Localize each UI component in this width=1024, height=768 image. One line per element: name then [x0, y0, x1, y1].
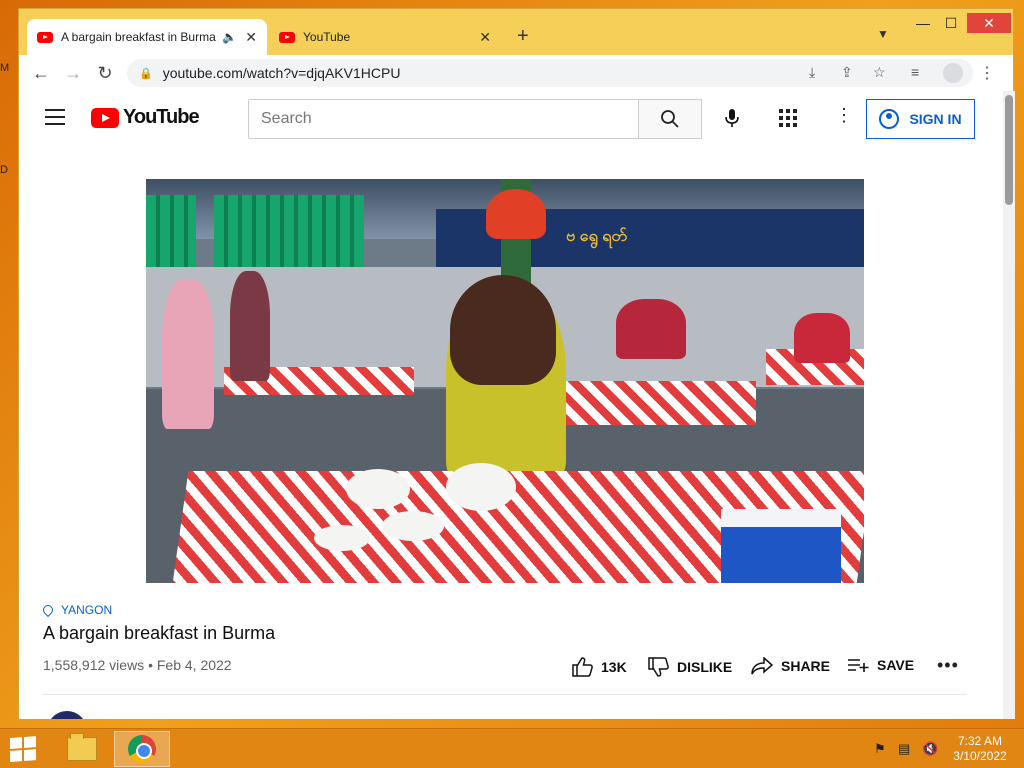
share-icon[interactable]: ⇪	[841, 64, 853, 81]
video-scene-plate	[314, 525, 370, 551]
video-scene-bowl	[446, 463, 516, 511]
browser-menu-icon[interactable]: ⋮	[979, 63, 995, 83]
reload-icon[interactable]: ↻	[95, 63, 115, 84]
video-title: A bargain breakfast in Burma	[43, 623, 276, 643]
share-arrow-icon	[751, 657, 773, 675]
windows-start-icon[interactable]	[10, 736, 38, 762]
video-scene-person	[230, 271, 270, 381]
install-icon[interactable]: ⤓	[809, 64, 815, 81]
page-viewport: YouTube ⋮ SIGN IN	[19, 91, 1003, 719]
folder-icon	[67, 733, 97, 761]
youtube-play-icon	[91, 107, 119, 128]
tab-strip: A bargain breakfast in Burma 🔈 ✕ YouTube…	[19, 9, 1013, 55]
save-button[interactable]: SAVE	[847, 657, 914, 673]
chrome-icon	[128, 735, 156, 763]
video-scene-bowl	[346, 469, 410, 509]
youtube-wordmark: YouTube	[123, 106, 200, 128]
tab-title: A bargain breakfast in Burma	[61, 30, 216, 44]
page-scrollbar[interactable]	[1003, 91, 1015, 719]
dislike-button[interactable]: DISLIKE	[647, 657, 732, 677]
user-avatar-icon	[879, 109, 900, 129]
url-text: youtube.com/watch?v=djqAKV1HCPU	[162, 65, 401, 81]
playlist-add-icon	[847, 657, 869, 673]
close-window-button[interactable]: ✕	[967, 13, 1011, 33]
volume-muted-icon[interactable]: 🔇	[922, 741, 938, 757]
browser-toolbar: ← → ↻ 🔒 youtube.com/watch?v=djqAKV1HCPU …	[19, 55, 1013, 91]
desktop-icon-edge: D	[0, 164, 8, 176]
location-tag[interactable]: YANGON	[40, 602, 113, 618]
more-actions-icon[interactable]: •••	[937, 655, 959, 676]
speaker-icon[interactable]: 🔈	[222, 30, 237, 44]
channel-avatar[interactable]	[47, 711, 87, 719]
action-center-flag-icon[interactable]: ⚑	[874, 741, 886, 757]
video-scene-hair	[450, 275, 556, 385]
search-icon	[661, 110, 679, 128]
search-input[interactable]	[248, 99, 639, 139]
video-player[interactable]: ဗ ရွေ ရတ်	[146, 179, 864, 583]
lock-icon: 🔒	[139, 67, 153, 80]
sign-in-label: SIGN IN	[909, 111, 962, 127]
network-icon[interactable]: ▤	[898, 741, 910, 757]
new-tab-button[interactable]: +	[517, 25, 529, 48]
video-scene-tissue-box	[721, 509, 841, 583]
hamburger-menu-icon[interactable]	[45, 109, 65, 125]
thumbs-up-icon	[571, 657, 593, 677]
apps-grid-icon[interactable]	[779, 109, 797, 127]
youtube-favicon-icon	[37, 31, 53, 43]
tab-bargain-breakfast[interactable]: A bargain breakfast in Burma 🔈 ✕	[27, 19, 267, 55]
search-button[interactable]	[638, 99, 702, 139]
close-tab-icon[interactable]: ✕	[245, 29, 257, 46]
like-button[interactable]: 13K	[571, 657, 627, 677]
video-scene-bow	[486, 189, 546, 239]
video-views-date: 1,558,912 views • Feb 4, 2022	[43, 657, 232, 673]
bookmark-star-icon[interactable]: ☆	[873, 64, 886, 81]
clock-time: 7:32 AM	[957, 734, 1003, 748]
youtube-logo[interactable]: YouTube	[91, 106, 200, 129]
video-scene-person	[794, 313, 850, 363]
settings-more-icon[interactable]: ⋮	[835, 105, 853, 126]
sign-in-button[interactable]: SIGN IN	[866, 99, 975, 139]
media-control-icon[interactable]: ≡	[911, 64, 919, 80]
taskbar-file-explorer[interactable]	[54, 731, 110, 767]
share-button[interactable]: SHARE	[751, 657, 830, 675]
forward-arrow-icon[interactable]: →	[63, 63, 83, 84]
microphone-icon	[725, 109, 739, 127]
youtube-favicon-icon	[279, 31, 295, 43]
clock-date: 3/10/2022	[953, 749, 1007, 763]
youtube-header: YouTube ⋮ SIGN IN	[19, 91, 1003, 147]
location-label: YANGON	[61, 603, 113, 617]
video-scene-table	[566, 381, 756, 425]
browser-window: A bargain breakfast in Burma 🔈 ✕ YouTube…	[18, 8, 1015, 719]
dislike-label: DISLIKE	[677, 659, 733, 675]
scrollbar-thumb[interactable]	[1005, 95, 1013, 205]
location-pin-icon	[40, 602, 56, 618]
back-arrow-icon[interactable]: ←	[31, 63, 51, 84]
share-label: SHARE	[781, 658, 831, 674]
maximize-button[interactable]: ☐	[937, 13, 965, 33]
tab-title: YouTube	[303, 30, 351, 44]
tab-youtube[interactable]: YouTube ✕	[269, 19, 501, 55]
video-scene-plate	[382, 511, 444, 541]
like-count: 13K	[601, 659, 627, 675]
divider	[43, 694, 967, 695]
voice-search-button[interactable]	[717, 103, 747, 133]
close-tab-icon[interactable]: ✕	[479, 29, 491, 46]
taskbar-chrome[interactable]	[114, 731, 170, 767]
desktop-icon-edge: M	[0, 62, 10, 74]
taskbar: ⚑ ▤ 🔇 7:32 AM 3/10/2022	[0, 728, 1024, 768]
profile-avatar-icon[interactable]	[943, 63, 963, 83]
thumbs-down-icon	[647, 657, 669, 677]
save-label: SAVE	[877, 657, 915, 673]
video-scene-person	[162, 279, 214, 429]
video-scene-person	[616, 299, 686, 359]
system-clock[interactable]: 7:32 AM 3/10/2022	[944, 734, 1016, 764]
minimize-button[interactable]: —	[909, 13, 937, 33]
tab-search-chevron-down-icon[interactable]: ▼	[877, 27, 889, 41]
